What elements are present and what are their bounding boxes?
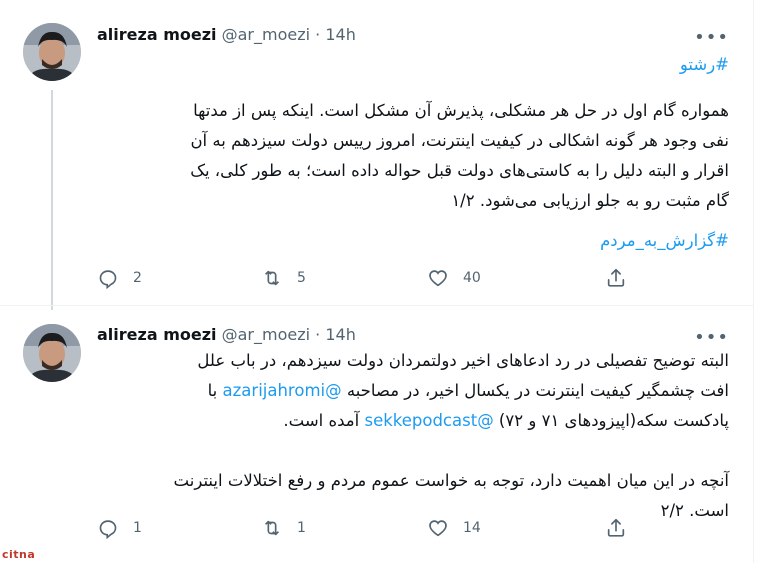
share-icon	[607, 518, 625, 537]
tweet-header: alireza moezi @ar_moezi · 14h	[97, 25, 356, 45]
share-icon	[607, 268, 625, 287]
tweet-time[interactable]: 14h	[325, 25, 356, 44]
tweet-text-segment: است. ۲/۲	[660, 501, 729, 520]
tweet-2[interactable]: alireza moezi @ar_moezi · 14h ••• البته …	[0, 305, 753, 564]
tweet-text-segment: افت چشمگیر کیفیت اینترنت در یکسال اخیر، …	[341, 381, 729, 400]
tweet-header: alireza moezi @ar_moezi · 14h	[97, 325, 356, 345]
timeline: alireza moezi @ar_moezi · 14h ••• #رشتو …	[0, 0, 754, 563]
tweet-line: البته توضیح تفصیلی در رد ادعاهای اخیر دو…	[97, 346, 729, 376]
tweet-1[interactable]: alireza moezi @ar_moezi · 14h ••• #رشتو …	[0, 0, 753, 310]
tweet-text-segment: آمده است.	[283, 411, 365, 430]
like-button[interactable]: 40	[427, 266, 481, 290]
like-icon	[429, 520, 447, 537]
tweet-text-segment: البته توضیح تفصیلی در رد ادعاهای اخیر دو…	[197, 351, 729, 370]
share-button[interactable]	[605, 516, 627, 540]
tweet-line: اقرار و البته دلیل را به کاستی‌های دولت …	[97, 156, 729, 186]
like-button[interactable]: 14	[427, 516, 481, 540]
tweet-text-segment: پادکست سکه(اپیزودهای ۷۱ و ۷۲)	[493, 411, 729, 430]
tweet-time[interactable]: 14h	[325, 325, 356, 344]
retweet-icon	[264, 520, 280, 536]
more-icon[interactable]: •••	[694, 29, 729, 47]
separator: ·	[315, 25, 321, 44]
author-handle[interactable]: @ar_moezi	[222, 325, 310, 344]
tweet-actions: 2 5 40	[97, 266, 657, 290]
reply-icon	[99, 270, 117, 289]
tweet-line: آنچه در این میان اهمیت دارد، توجه به خوا…	[97, 466, 729, 496]
mention-link[interactable]: @sekkepodcast	[364, 411, 493, 430]
like-count: 40	[463, 270, 481, 286]
hashtag-link[interactable]: #رشتو	[97, 50, 729, 80]
avatar[interactable]	[23, 23, 81, 81]
retweet-count: 5	[297, 270, 306, 286]
mention-link[interactable]: @azarijahromi	[223, 381, 342, 400]
tweet-text-segment: همواره گام اول در حل هر مشکلی، پذیرش آن …	[193, 101, 729, 120]
author-handle[interactable]: @ar_moezi	[222, 25, 310, 44]
reply-button[interactable]: 2	[97, 266, 142, 290]
tweet-line: افت چشمگیر کیفیت اینترنت در یکسال اخیر، …	[97, 376, 729, 406]
reply-button[interactable]: 1	[97, 516, 142, 540]
tweet-text-segment: آنچه در این میان اهمیت دارد، توجه به خوا…	[173, 471, 729, 490]
tweet-text-segment: نفی وجود هر گونه اشکالی در کیفیت اینترنت…	[190, 131, 729, 150]
tweet-line: پادکست سکه(اپیزودهای ۷۱ و ۷۲) @sekkepodc…	[97, 406, 729, 436]
tweet-text-segment: گام مثبت رو به جلو ارزیابی می‌شود. ۱/۲	[451, 191, 729, 210]
watermark-logo: citna	[2, 548, 36, 561]
more-icon[interactable]: •••	[694, 329, 729, 347]
retweet-icon	[264, 270, 280, 286]
tweet-line: همواره گام اول در حل هر مشکلی، پذیرش آن …	[97, 96, 729, 126]
tweet-line	[97, 436, 729, 466]
tweet-actions: 1 1 14	[97, 516, 657, 540]
tweet-text: #گزارش_به_مردم	[97, 226, 729, 256]
hashtag-link[interactable]: #گزارش_به_مردم	[97, 226, 729, 256]
share-button[interactable]	[605, 266, 627, 290]
tweet-line: گام مثبت رو به جلو ارزیابی می‌شود. ۱/۲	[97, 186, 729, 216]
author-name[interactable]: alireza moezi	[97, 25, 217, 44]
author-name[interactable]: alireza moezi	[97, 325, 217, 344]
avatar[interactable]	[23, 324, 81, 382]
retweet-count: 1	[297, 520, 306, 536]
tweet-text: همواره گام اول در حل هر مشکلی، پذیرش آن …	[97, 96, 729, 216]
retweet-button[interactable]: 5	[261, 266, 306, 290]
reply-count: 1	[133, 520, 142, 536]
reply-count: 2	[133, 270, 142, 286]
like-icon	[429, 270, 447, 287]
tweet-text: #رشتو	[97, 50, 729, 80]
like-count: 14	[463, 520, 481, 536]
reply-icon	[99, 520, 117, 539]
tweet-text-segment: با	[207, 381, 223, 400]
tweet-line: نفی وجود هر گونه اشکالی در کیفیت اینترنت…	[97, 126, 729, 156]
tweet-text-segment: اقرار و البته دلیل را به کاستی‌های دولت …	[190, 161, 729, 180]
thread-connector	[51, 90, 53, 310]
separator: ·	[315, 325, 321, 344]
tweet-text: البته توضیح تفصیلی در رد ادعاهای اخیر دو…	[97, 346, 729, 526]
retweet-button[interactable]: 1	[261, 516, 306, 540]
